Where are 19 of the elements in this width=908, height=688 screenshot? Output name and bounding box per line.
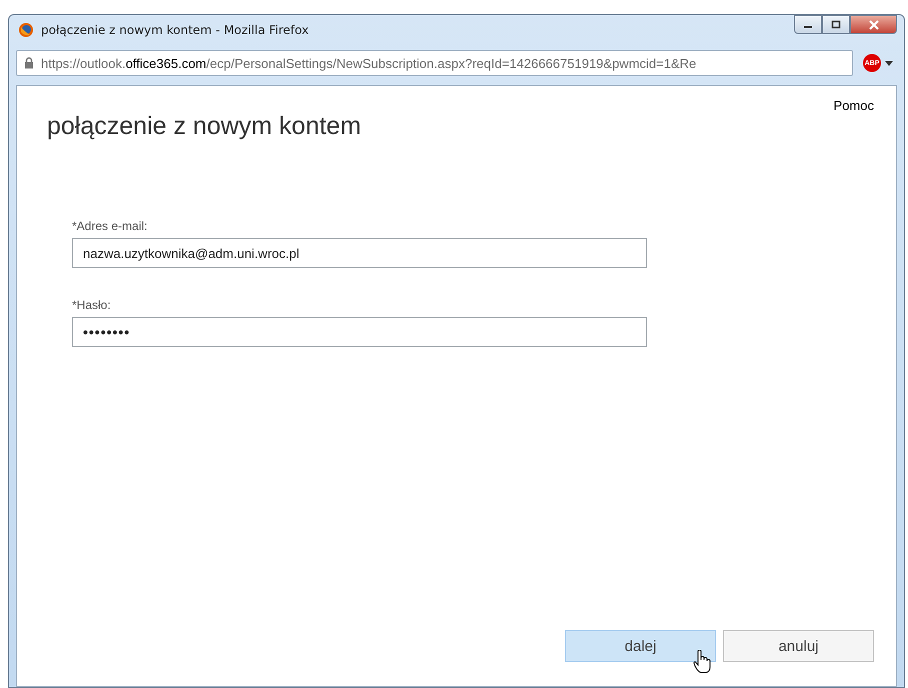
close-button[interactable] (850, 15, 897, 34)
close-icon (868, 20, 880, 30)
dialog-heading: połączenie z nowym kontem (47, 112, 362, 141)
field-label: *Hasło: (72, 298, 112, 312)
caret-icon (885, 60, 893, 66)
email-field[interactable]: nazwa.uzytkownika@adm.uni.wroc.pl (72, 238, 647, 268)
field-label: *Adres e-mail: (72, 219, 148, 233)
minimize-button[interactable] (794, 15, 822, 34)
next-button[interactable]: dalej (565, 630, 716, 662)
lock-icon (24, 57, 34, 69)
password-field[interactable]: •••••••• (72, 317, 647, 347)
firefox-logo-icon (18, 22, 34, 38)
hand-cursor-icon (693, 650, 711, 674)
maximize-icon (831, 20, 841, 29)
maximize-button[interactable] (822, 15, 850, 34)
window-title: połączenie z nowym kontem - Mozilla Firefox (41, 23, 309, 37)
address-bar[interactable]: https://outlook.office365.com/ecp/PersonalSettings/NewSubscription.aspx?reqId=1426666751919&pwmcid=1&Re (16, 50, 853, 76)
cancel-button[interactable]: anuluj (723, 630, 874, 662)
help-link[interactable]: Pomoc (834, 98, 874, 113)
